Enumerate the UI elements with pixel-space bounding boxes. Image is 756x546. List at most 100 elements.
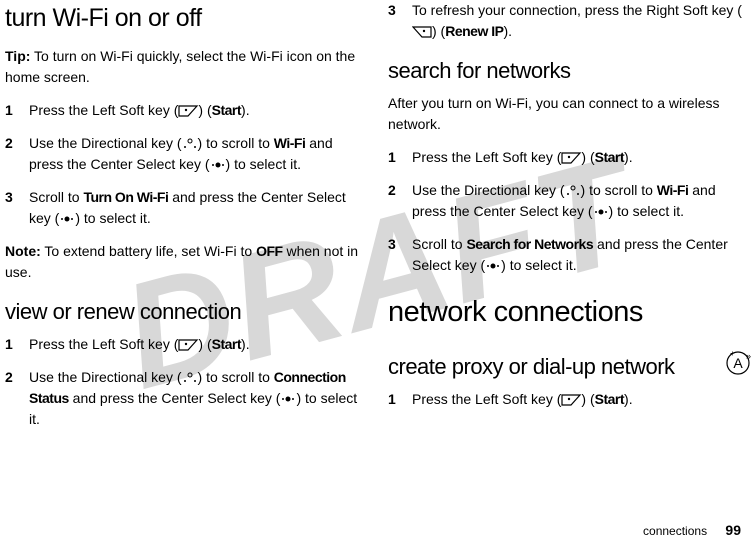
- step-text: To refresh your connection, press the Ri…: [412, 0, 751, 42]
- center-select-key-icon: [593, 205, 609, 219]
- text-fragment: ) (: [198, 336, 211, 352]
- text-fragment: To refresh your connection, press the Ri…: [412, 2, 742, 18]
- step-text: Use the Directional key () to scroll to …: [412, 180, 751, 222]
- step-row: 2 Use the Directional key ( ) to scroll t…: [388, 180, 751, 222]
- key-label: Start: [212, 336, 241, 352]
- text-fragment: Press the Left Soft key (: [412, 149, 561, 165]
- text-fragment: ) (: [581, 391, 594, 407]
- step-text: Press the Left Soft key ( ) (Start).: [29, 334, 368, 355]
- feature-availability-icon: A»+: [725, 350, 751, 376]
- step-number: 3: [5, 187, 29, 229]
- ui-label: Search for Networks: [466, 236, 593, 252]
- step-text: Scroll to Turn On Wi-Fi and press the Ce…: [29, 187, 368, 229]
- ui-label: Wi-Fi: [657, 182, 689, 198]
- ui-label: OFF: [256, 243, 283, 259]
- text-fragment: To extend battery life, set Wi-Fi to: [41, 243, 256, 259]
- heading-wifi-onoff: turn Wi-Fi on or off: [5, 0, 368, 38]
- heading-view-renew: view or renew connection: [5, 295, 368, 328]
- step-text: Use the Directional key () to scroll to …: [29, 367, 368, 430]
- text-fragment: ) (: [432, 23, 445, 39]
- step-row: 3 Scroll to Search for Networks and pres…: [388, 234, 751, 276]
- center-select-key-icon: [210, 158, 226, 172]
- text-fragment: ) to select it.: [501, 257, 576, 273]
- key-label: Start: [595, 149, 624, 165]
- step-text: Press the Left Soft key ( ) (Start).: [412, 147, 751, 168]
- text-fragment: Use the Directional key (: [412, 182, 565, 198]
- step-number: 2: [5, 367, 29, 430]
- step-number: 2: [5, 133, 29, 175]
- text-fragment: Press the Left Soft key (: [29, 102, 178, 118]
- text-fragment: ) to select it.: [226, 156, 301, 172]
- heading-search-networks: search for networks: [388, 54, 751, 87]
- text-fragment: ).: [241, 102, 250, 118]
- key-label: Start: [212, 102, 241, 118]
- step-text: Press the Left Soft key ( ) (Start).: [29, 100, 368, 121]
- key-label: Renew IP: [445, 23, 503, 39]
- left-soft-key-icon: [178, 105, 198, 117]
- svg-text:+: +: [730, 350, 735, 358]
- text-fragment: ) to scroll to: [198, 369, 274, 385]
- text-fragment: ).: [624, 149, 633, 165]
- tip-text: Tip: To turn on Wi-Fi quickly, select th…: [5, 46, 368, 88]
- body-text: After you turn on Wi-Fi, you can connect…: [388, 93, 751, 135]
- step-number: 3: [388, 0, 412, 42]
- directional-key-icon: [182, 371, 198, 385]
- step-text: Scroll to Search for Networks and press …: [412, 234, 751, 276]
- text-fragment: Use the Directional key (: [29, 369, 182, 385]
- text-fragment: ).: [503, 23, 512, 39]
- left-soft-key-icon: [561, 394, 581, 406]
- tip-body: To turn on Wi-Fi quickly, select the Wi-…: [5, 48, 355, 85]
- center-select-key-icon: [485, 259, 501, 273]
- note-label: Note:: [5, 243, 41, 259]
- step-row: 1 Press the Left Soft key ( ) (Start).: [388, 389, 751, 410]
- step-text: Press the Left Soft key ( ) (Start).: [412, 389, 751, 410]
- left-column: turn Wi-Fi on or off Tip: To turn on Wi-…: [5, 0, 368, 442]
- text-fragment: ).: [624, 391, 633, 407]
- key-label: Start: [595, 391, 624, 407]
- ui-label: Wi-Fi: [274, 135, 306, 151]
- text-fragment: ) to scroll to: [198, 135, 274, 151]
- step-row: 2 Use the Directional key () to scroll t…: [5, 133, 368, 175]
- tip-label: Tip:: [5, 48, 30, 64]
- note-text: Note: To extend battery life, set Wi-Fi …: [5, 241, 368, 283]
- heading-network-connections: network connections: [388, 291, 751, 335]
- text-fragment: Press the Left Soft key (: [29, 336, 178, 352]
- text-fragment: and press the Center Select key (: [69, 390, 281, 406]
- text-fragment: Press the Left Soft key (: [412, 391, 561, 407]
- step-row: 1 Press the Left Soft key ( ) (Start).: [388, 147, 751, 168]
- page-footer: connections 99: [643, 522, 741, 538]
- directional-key-icon: [182, 137, 198, 151]
- step-row: 3 Scroll to Turn On Wi-Fi and press the …: [5, 187, 368, 229]
- step-number: 2: [388, 180, 412, 222]
- text-fragment: ) to select it.: [75, 210, 150, 226]
- right-column: 3 To refresh your connection, press the …: [388, 0, 751, 442]
- proxy-section-header: A»+ create proxy or dial-up network: [388, 350, 751, 383]
- heading-create-proxy: create proxy or dial-up network: [388, 350, 751, 383]
- directional-key-icon: [565, 184, 581, 198]
- step-number: 3: [388, 234, 412, 276]
- step-row: 1 Press the Left Soft key ( ) (Start).: [5, 334, 368, 355]
- text-fragment: Scroll to: [29, 189, 83, 205]
- section-name: connections: [643, 524, 707, 538]
- ui-label: Turn On Wi-Fi: [83, 189, 168, 205]
- text-fragment: ) to select it.: [609, 203, 684, 219]
- step-row: 1 Press the Left Soft key ( ) (Start).: [5, 100, 368, 121]
- page-number: 99: [725, 522, 741, 538]
- svg-text:A: A: [733, 355, 743, 371]
- step-row: 3 To refresh your connection, press the …: [388, 0, 751, 42]
- step-number: 1: [388, 389, 412, 410]
- step-number: 1: [5, 100, 29, 121]
- right-soft-key-icon: [412, 26, 432, 38]
- text-fragment: ) (: [581, 149, 594, 165]
- text-fragment: ) (: [198, 102, 211, 118]
- step-number: 1: [388, 147, 412, 168]
- step-text: Use the Directional key () to scroll to …: [29, 133, 368, 175]
- step-row: 2 Use the Directional key ( ) to scroll t…: [5, 367, 368, 430]
- left-soft-key-icon: [561, 152, 581, 164]
- step-number: 1: [5, 334, 29, 355]
- center-select-key-icon: [280, 392, 296, 406]
- center-select-key-icon: [59, 212, 75, 226]
- text-fragment: ) to scroll to: [581, 182, 657, 198]
- text-fragment: Scroll to: [412, 236, 466, 252]
- text-fragment: ).: [241, 336, 250, 352]
